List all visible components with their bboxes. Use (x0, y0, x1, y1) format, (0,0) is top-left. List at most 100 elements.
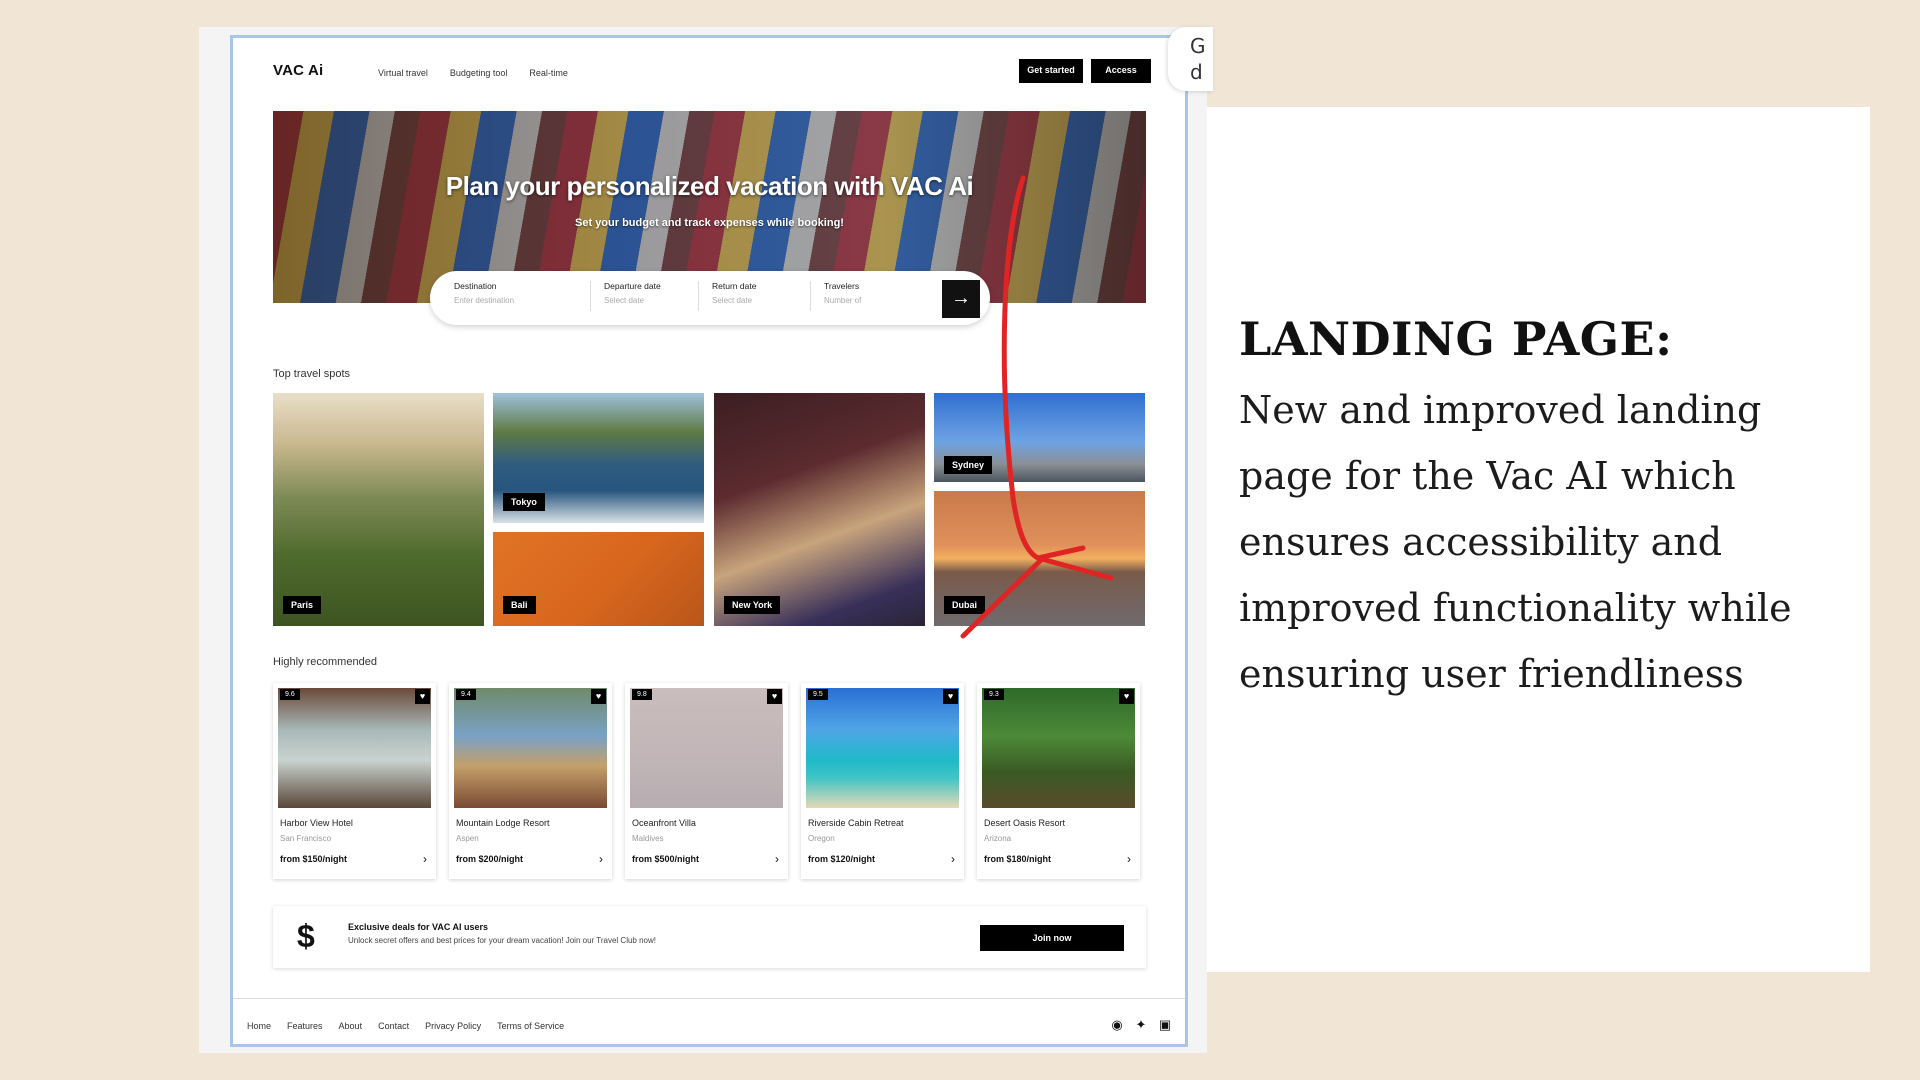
footer-link-about[interactable]: About (339, 1021, 363, 1031)
footer-link-features[interactable]: Features (287, 1021, 323, 1031)
travelers-input[interactable]: Number of (824, 296, 861, 305)
chevron-right-icon[interactable]: › (775, 852, 779, 866)
rating-badge: 9.4 (456, 689, 476, 700)
get-started-button[interactable]: Get started (1019, 59, 1083, 83)
hotel-image (806, 688, 959, 808)
hotel-location: Arizona (984, 834, 1012, 843)
rating-badge: 9.3 (984, 689, 1004, 700)
hotel-image (630, 688, 783, 808)
departure-date-input[interactable]: Select date (604, 296, 661, 305)
hotel-image (982, 688, 1135, 808)
nav-link-real-time[interactable]: Real-time (529, 68, 568, 78)
departure-date-field[interactable]: Departure date Select date (604, 281, 661, 305)
spot-label-bali: Bali (503, 596, 536, 614)
heart-icon[interactable]: ♥ (1119, 689, 1134, 704)
rating-badge: 9.6 (280, 689, 300, 700)
nav-links: Virtual travel Budgeting tool Real-time (378, 68, 568, 78)
side-badge: G d (1168, 27, 1213, 91)
spot-tile-paris[interactable]: Paris (273, 393, 484, 626)
heart-icon[interactable]: ♥ (415, 689, 430, 704)
spot-tile-bali[interactable]: Bali (493, 532, 704, 626)
logo[interactable]: VAC Ai (273, 62, 323, 79)
footer-link-contact[interactable]: Contact (378, 1021, 409, 1031)
hotel-card[interactable]: 9.5 ♥ Riverside Cabin Retreat Oregon fro… (801, 683, 964, 879)
hotel-image (454, 688, 607, 808)
spot-tile-new-york[interactable]: New York (714, 393, 925, 626)
chevron-right-icon[interactable]: › (1127, 852, 1131, 866)
footer-link-privacy-policy[interactable]: Privacy Policy (425, 1021, 481, 1031)
heart-icon[interactable]: ♥ (943, 689, 958, 704)
heart-icon[interactable]: ♥ (591, 689, 606, 704)
dollar-icon: $ (297, 918, 315, 954)
twitter-icon[interactable]: ✦ (1133, 1017, 1149, 1033)
return-date-label: Return date (712, 281, 757, 291)
hotel-name: Riverside Cabin Retreat (808, 818, 904, 828)
spot-label-new-york: New York (724, 596, 781, 614)
screenshot-card: VAC Ai Virtual travel Budgeting tool Rea… (199, 27, 1213, 1053)
exclusive-deals-banner: $ Exclusive deals for VAC AI users Unloc… (273, 906, 1146, 968)
spot-tile-dubai[interactable]: Dubai (934, 491, 1145, 626)
search-submit-button[interactable]: → (942, 280, 980, 318)
travelers-field[interactable]: Travelers Number of (824, 281, 861, 305)
spot-tile-tokyo[interactable]: Tokyo (493, 393, 704, 523)
rating-badge: 9.8 (632, 689, 652, 700)
heart-icon[interactable]: ♥ (767, 689, 782, 704)
spot-label-dubai: Dubai (944, 596, 986, 614)
hotel-price: from $150/night (280, 854, 348, 864)
chevron-right-icon[interactable]: › (599, 852, 603, 866)
footer: Home Features About Contact Privacy Poli… (233, 998, 1185, 1047)
top-nav: VAC Ai Virtual travel Budgeting tool Rea… (233, 38, 1185, 110)
hotel-location: Oregon (808, 834, 835, 843)
join-now-button[interactable]: Join now (980, 925, 1124, 951)
return-date-input[interactable]: Select date (712, 296, 756, 305)
spot-label-tokyo: Tokyo (503, 493, 545, 511)
footer-pill (273, 1045, 698, 1047)
deal-description: Unlock secret offers and best prices for… (348, 936, 656, 945)
deal-title: Exclusive deals for VAC AI users (348, 922, 489, 932)
hotel-name: Mountain Lodge Resort (456, 818, 550, 828)
chevron-right-icon[interactable]: › (951, 852, 955, 866)
hero-subtitle: Set your budget and track expenses while… (575, 217, 844, 229)
arrow-right-icon: → (951, 287, 971, 309)
recommended-title: Highly recommended (273, 656, 377, 668)
facebook-icon[interactable]: ◉ (1109, 1017, 1125, 1033)
hotel-name: Harbor View Hotel (280, 818, 353, 828)
divider (810, 281, 811, 311)
spot-tile-sydney[interactable]: Sydney (934, 393, 1145, 482)
footer-links: Home Features About Contact Privacy Poli… (247, 1021, 564, 1031)
return-date-field[interactable]: Return date Select date (712, 281, 756, 305)
hotel-price: from $500/night (632, 854, 700, 864)
hotel-price: from $120/night (808, 854, 876, 864)
destination-input[interactable]: Enter destination (454, 296, 514, 305)
hotel-location: Aspen (456, 834, 479, 843)
nav-link-virtual-travel[interactable]: Virtual travel (378, 68, 428, 78)
hotel-card[interactable]: 9.8 ♥ Oceanfront Villa Maldives from $50… (625, 683, 788, 879)
spot-label-sydney: Sydney (944, 456, 993, 474)
hotel-card[interactable]: 9.3 ♥ Desert Oasis Resort Arizona from $… (977, 683, 1140, 879)
hotel-location: Maldives (632, 834, 664, 843)
hotel-name: Oceanfront Villa (632, 818, 696, 828)
nav-link-budgeting-tool[interactable]: Budgeting tool (450, 68, 508, 78)
footer-link-terms-of-service[interactable]: Terms of Service (497, 1021, 564, 1031)
instagram-icon[interactable]: ▣ (1157, 1017, 1173, 1033)
chevron-right-icon[interactable]: › (423, 852, 427, 866)
landing-page-frame: VAC Ai Virtual travel Budgeting tool Rea… (230, 35, 1188, 1047)
access-account-button[interactable]: Access account (1091, 59, 1151, 97)
hero-title: Plan your personalized vacation with VAC… (445, 171, 974, 201)
hotel-card[interactable]: 9.4 ♥ Mountain Lodge Resort Aspen from $… (449, 683, 612, 879)
description-panel: LANDING PAGE: New and improved landing p… (1207, 107, 1870, 972)
top-spots-title: Top travel spots (273, 368, 351, 380)
hotel-price: from $180/night (984, 854, 1052, 864)
divider (698, 281, 699, 311)
hotel-price: from $200/night (456, 854, 524, 864)
social-icons: ◉ ✦ ▣ (1109, 1017, 1173, 1033)
hotel-location: San Francisco (280, 834, 332, 843)
destination-field[interactable]: Destination Enter destination (454, 281, 514, 305)
travelers-label: Travelers (824, 281, 860, 291)
panel-heading: LANDING PAGE: (1239, 312, 1673, 366)
destination-label: Destination (454, 281, 497, 291)
spot-label-paris: Paris (283, 596, 322, 614)
search-bar: Destination Enter destination Departure … (430, 271, 990, 325)
hotel-card[interactable]: 9.6 ♥ Harbor View Hotel San Francisco fr… (273, 683, 436, 879)
footer-link-home[interactable]: Home (247, 1021, 271, 1031)
